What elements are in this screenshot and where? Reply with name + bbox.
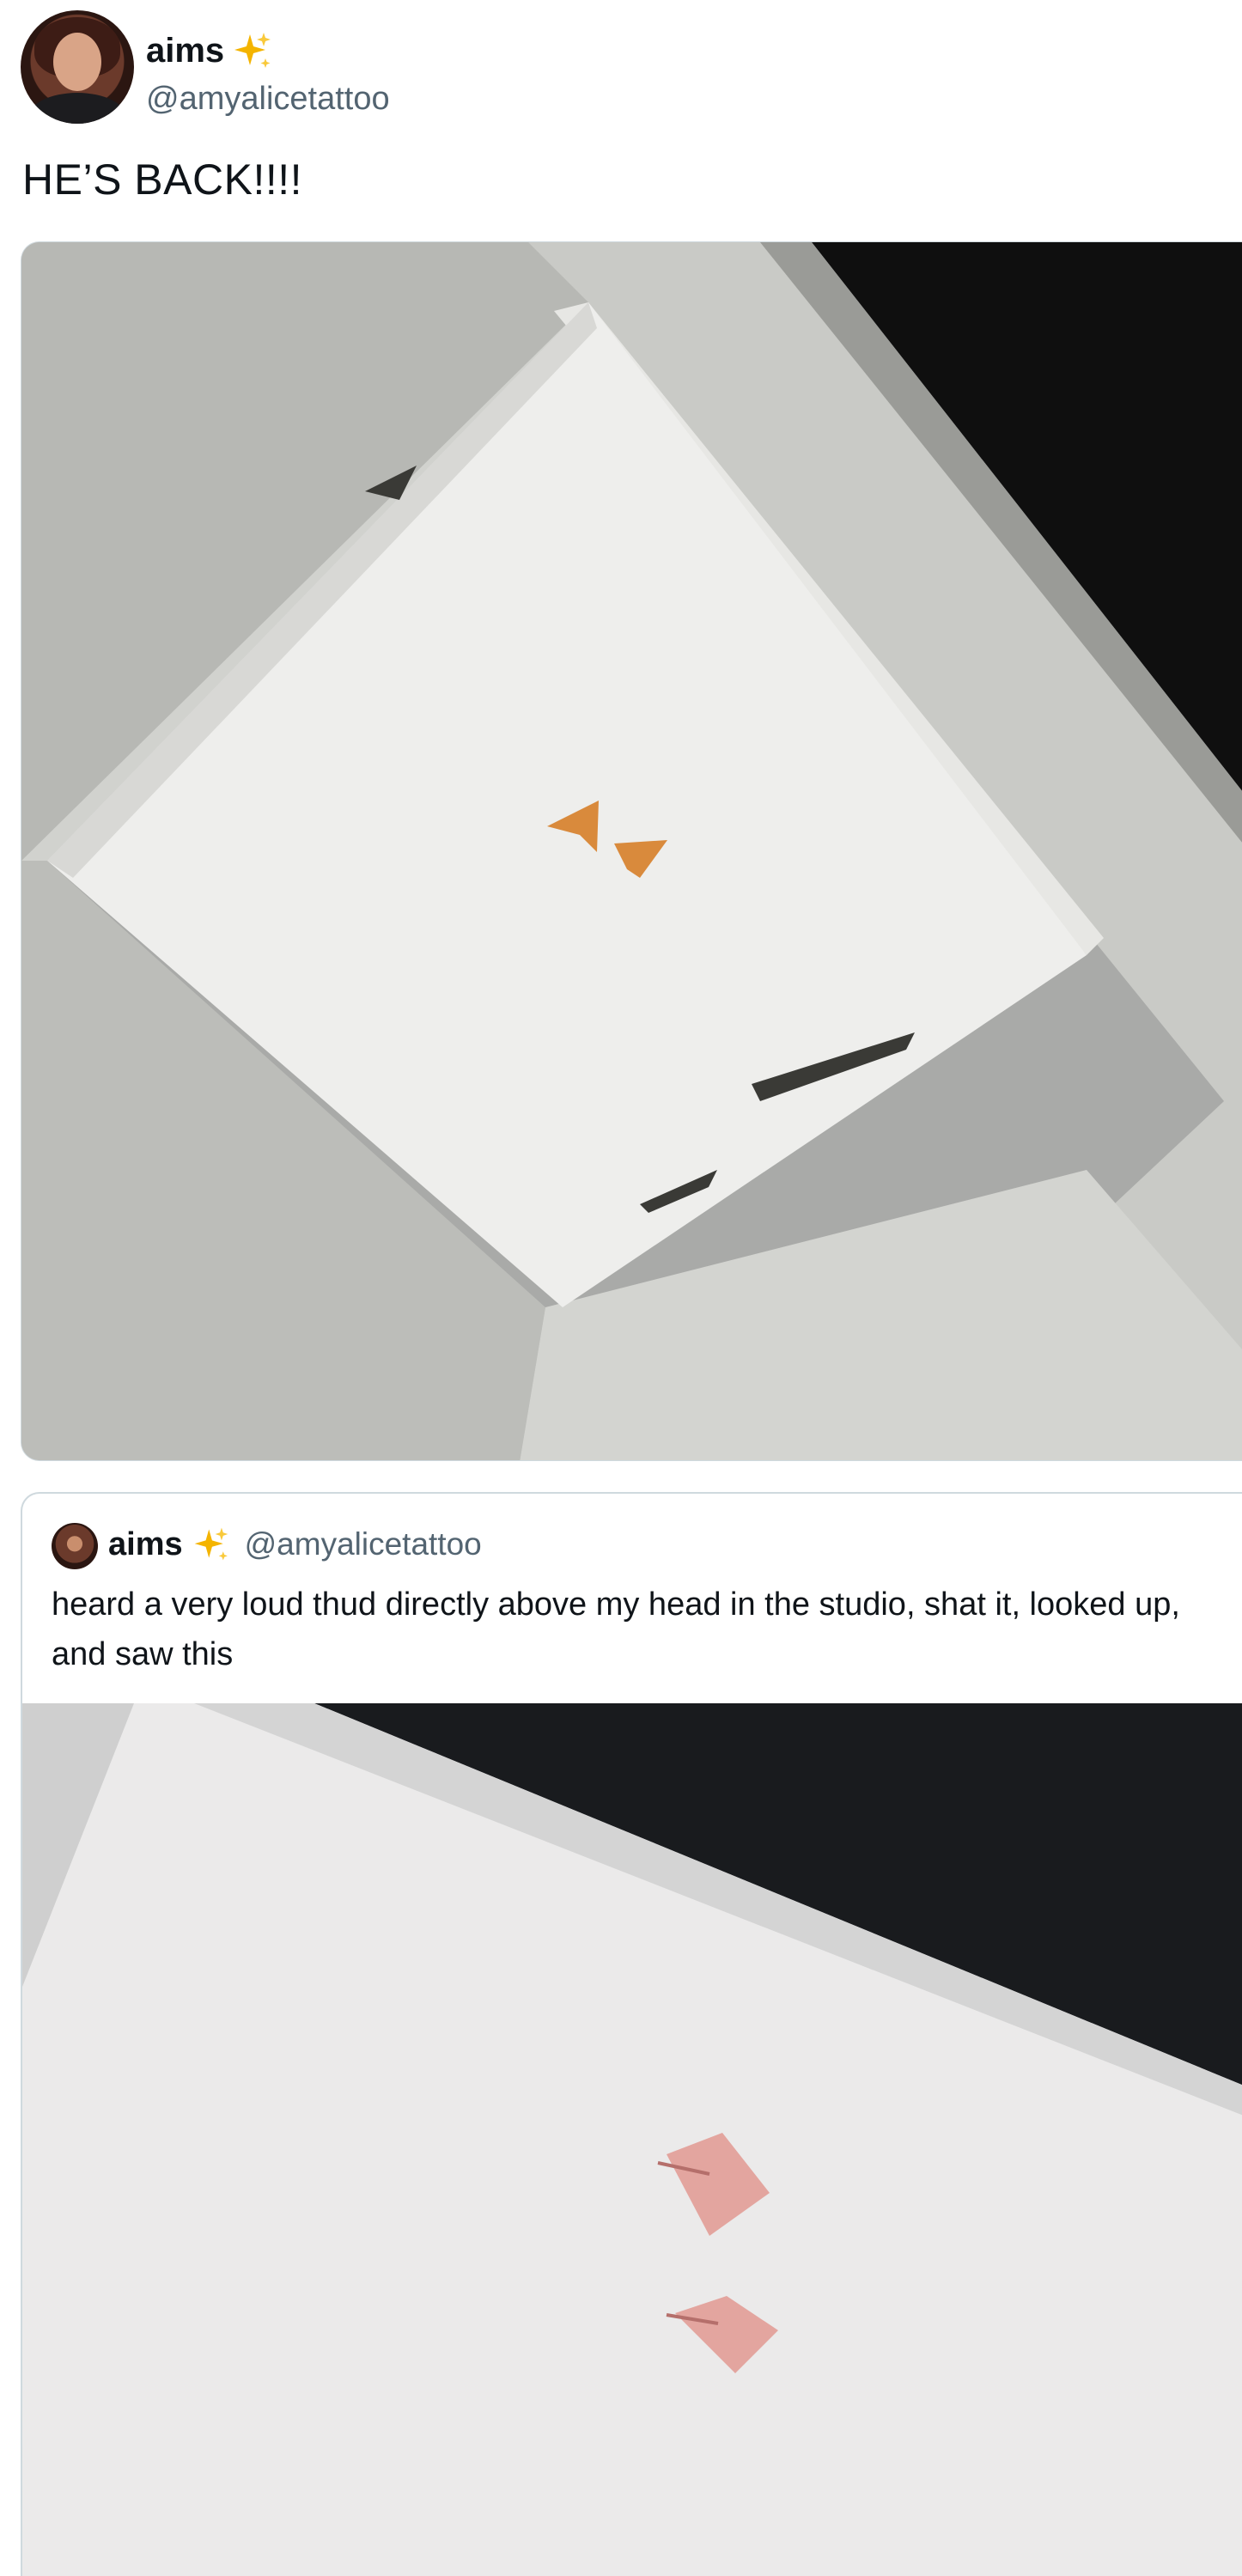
tweet-header: aims @amyalicetattoo xyxy=(21,10,1223,124)
skylight-photo-image xyxy=(21,242,1242,1460)
quoted-photo[interactable] xyxy=(22,1703,1242,2576)
tweet-text: HE’S BACK!!!! xyxy=(22,155,303,204)
author-handle[interactable]: @amyalicetattoo xyxy=(146,81,390,118)
author-display-name[interactable]: aims xyxy=(146,32,224,70)
duck-feet-photo-image xyxy=(22,1703,1242,2576)
quoted-handle[interactable]: @amyalicetattoo xyxy=(245,1526,482,1562)
quoted-tweet-text: heard a very loud thud directly above my… xyxy=(52,1586,1180,1672)
sparkles-icon xyxy=(234,33,271,68)
tweet-photo[interactable] xyxy=(21,241,1242,1461)
quoted-tweet-card[interactable]: aims @amyalicetattoo heard a very loud t… xyxy=(21,1492,1242,2576)
quoted-display-name[interactable]: aims xyxy=(108,1526,183,1563)
author-name-row[interactable]: aims xyxy=(146,29,274,72)
sparkles-icon xyxy=(194,1527,228,1561)
author-avatar[interactable] xyxy=(21,10,134,124)
quoted-author-avatar[interactable] xyxy=(52,1523,98,1569)
quoted-author-row[interactable]: aims @amyalicetattoo xyxy=(108,1525,482,1564)
